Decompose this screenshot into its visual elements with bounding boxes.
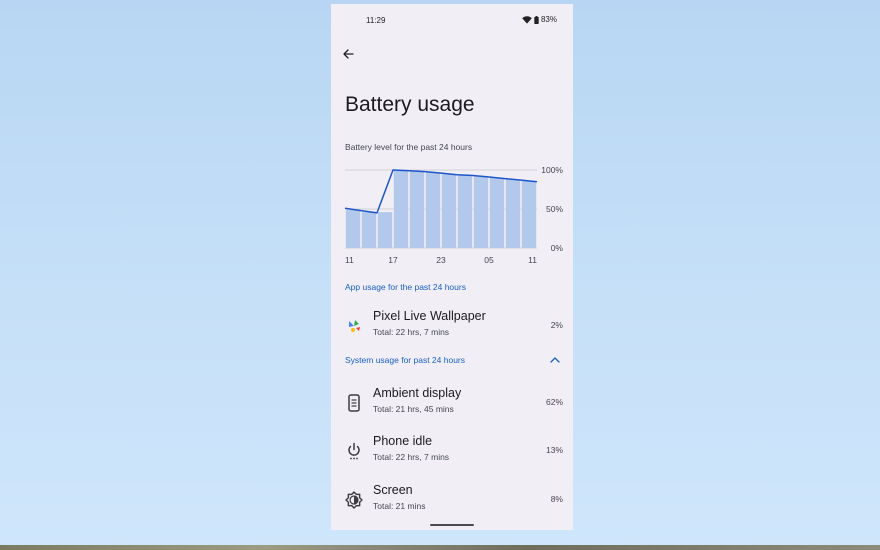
system-item-ambient-display[interactable]: Ambient display Total: 21 hrs, 45 mins 6… [331, 384, 573, 424]
chart-bar [505, 179, 521, 248]
brightness-icon [345, 491, 363, 509]
item-title: Pixel Live Wallpaper [373, 309, 486, 323]
pixel-live-wallpaper-icon [345, 317, 363, 335]
item-percent: 13% [545, 445, 563, 455]
chart-bar [345, 209, 361, 248]
phone-screen: 11:29 83% Battery usage Battery level fo… [331, 4, 573, 530]
back-button[interactable] [340, 46, 356, 62]
system-item-screen[interactable]: Screen Total: 21 mins 8% [331, 481, 573, 521]
status-icons: 83% [522, 15, 557, 24]
battery-level-chart: 100% 50% 0% 11 17 23 05 11 [344, 165, 564, 265]
status-time: 11:29 [366, 16, 386, 25]
system-usage-header: System usage for past 24 hours [345, 355, 466, 365]
chart-x-tick-label: 11 [528, 255, 537, 265]
home-indicator[interactable] [430, 524, 474, 526]
item-title: Ambient display [373, 386, 462, 400]
app-item-pixel-live-wallpaper[interactable]: Pixel Live Wallpaper Total: 22 hrs, 7 mi… [331, 307, 573, 347]
chevron-up-icon [550, 357, 560, 363]
item-percent: 62% [545, 397, 563, 407]
item-percent: 2% [550, 320, 563, 330]
chart-bar [489, 177, 505, 248]
ambient-display-icon [345, 394, 363, 412]
desktop-ground-strip [0, 545, 880, 550]
item-subtitle: Total: 22 hrs, 7 mins [373, 452, 450, 462]
item-title: Phone idle [373, 434, 433, 448]
chart-bar [409, 171, 425, 248]
chart-x-tick-label: 17 [388, 255, 398, 265]
chart-bar [425, 172, 441, 248]
page-title: Battery usage [345, 93, 475, 116]
chart-y-tick-label: 50% [546, 204, 563, 214]
chart-y-tick-label: 0% [551, 243, 564, 253]
battery-icon [534, 15, 539, 24]
chart-bar [393, 170, 409, 248]
item-percent: 8% [550, 494, 563, 504]
app-usage-header: App usage for the past 24 hours [345, 282, 466, 292]
chart-bar [521, 180, 537, 248]
chart-bar [441, 173, 457, 248]
chart-x-tick-label: 11 [345, 255, 354, 265]
chart-caption: Battery level for the past 24 hours [345, 142, 473, 152]
chart-x-tick-label: 05 [484, 255, 494, 265]
system-item-phone-idle[interactable]: Phone idle Total: 22 hrs, 7 mins 13% [331, 432, 573, 472]
item-title: Screen [373, 483, 413, 497]
item-subtitle: Total: 22 hrs, 7 mins [373, 327, 450, 337]
item-subtitle: Total: 21 hrs, 45 mins [373, 404, 454, 414]
status-bar: 11:29 83% [331, 4, 573, 36]
wifi-icon [522, 15, 532, 24]
battery-percent: 83% [540, 15, 557, 24]
item-subtitle: Total: 21 mins [373, 501, 426, 511]
power-icon [345, 442, 363, 460]
chart-x-tick-label: 23 [436, 255, 446, 265]
chart-bar [361, 212, 377, 248]
chart-bar [377, 212, 393, 248]
chart-bar [473, 176, 489, 248]
collapse-button[interactable] [547, 354, 563, 366]
chart-y-tick-label: 100% [541, 165, 563, 175]
chart-bar [457, 175, 473, 248]
arrow-back-icon [343, 49, 354, 59]
